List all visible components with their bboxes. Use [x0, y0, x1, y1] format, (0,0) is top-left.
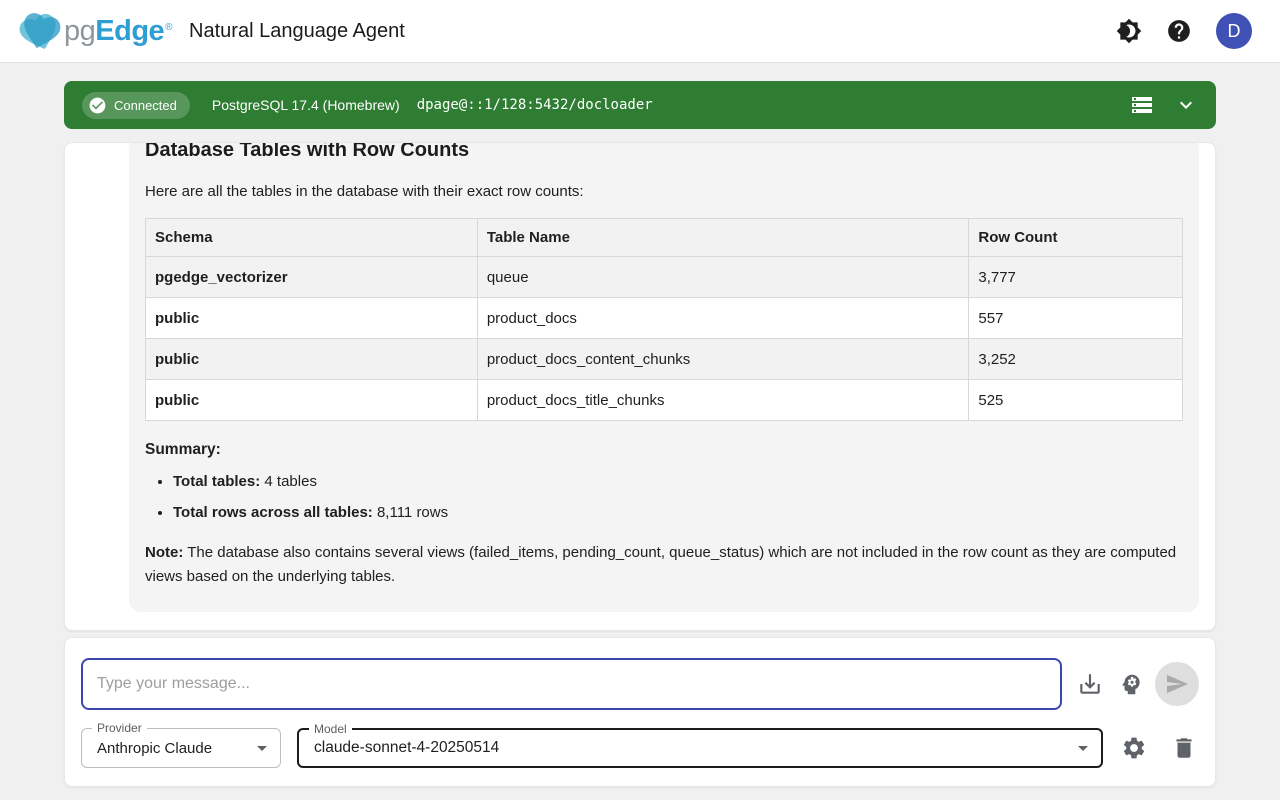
ai-reasoning-button[interactable]: [1118, 671, 1144, 697]
model-label: Model: [309, 722, 352, 736]
connection-string: dpage@::1/128:5432/docloader: [417, 97, 653, 113]
connection-status-badge: Connected: [82, 92, 190, 119]
pgedge-logo-icon: [16, 9, 62, 53]
gear-icon: [1121, 735, 1147, 761]
cell-schema: public: [146, 380, 478, 421]
download-icon: [1077, 671, 1103, 697]
cell-table-name: product_docs_content_chunks: [477, 339, 969, 380]
cell-row-count: 3,252: [969, 339, 1183, 380]
table-row: pgedge_vectorizer queue 3,777: [146, 257, 1183, 298]
list-item: Total tables: 4 tables: [173, 472, 1183, 492]
pgedge-logo: pgEdge®: [16, 9, 172, 53]
model-select[interactable]: Model claude-sonnet-4-20250514: [297, 728, 1103, 768]
message-input[interactable]: [81, 658, 1062, 710]
download-chat-button[interactable]: [1077, 671, 1103, 697]
check-circle-icon: [88, 96, 107, 115]
cell-schema: pgedge_vectorizer: [146, 257, 478, 298]
cell-table-name: product_docs: [477, 298, 969, 339]
provider-label: Provider: [92, 721, 147, 735]
connection-bar: Connected PostgreSQL 17.4 (Homebrew) dpa…: [64, 81, 1216, 129]
cell-row-count: 3,777: [969, 257, 1183, 298]
send-icon: [1165, 672, 1189, 696]
caret-down-icon: [1071, 736, 1095, 760]
clear-chat-button[interactable]: [1171, 735, 1197, 761]
cell-schema: public: [146, 339, 478, 380]
cell-row-count: 525: [969, 380, 1183, 421]
column-header-schema: Schema: [146, 219, 478, 257]
provider-value: Anthropic Claude: [97, 740, 212, 757]
column-header-table-name: Table Name: [477, 219, 969, 257]
chevron-down-icon: [1174, 93, 1198, 117]
send-button[interactable]: [1155, 662, 1199, 706]
provider-select[interactable]: Provider Anthropic Claude: [81, 728, 281, 768]
server-version-label: PostgreSQL 17.4 (Homebrew): [212, 97, 400, 113]
note-paragraph: Note: The database also contains several…: [145, 541, 1183, 589]
collapse-connection-button[interactable]: [1174, 93, 1198, 117]
cell-table-name: queue: [477, 257, 969, 298]
summary-heading: Summary:: [145, 441, 1183, 459]
trash-icon: [1171, 735, 1197, 761]
caret-down-icon: [250, 736, 274, 760]
psychology-icon: [1118, 671, 1144, 698]
connections-list-button[interactable]: [1130, 93, 1154, 117]
pgedge-logo-wordmark: pgEdge®: [64, 15, 172, 48]
app-header: pgEdge® Natural Language Agent D: [0, 0, 1280, 63]
column-header-row-count: Row Count: [969, 219, 1183, 257]
list-item: Total rows across all tables: 8,111 rows: [173, 503, 1183, 523]
page-title: Natural Language Agent: [189, 20, 405, 43]
table-row: public product_docs_content_chunks 3,252: [146, 339, 1183, 380]
table-row: public product_docs 557: [146, 298, 1183, 339]
cell-table-name: product_docs_title_chunks: [477, 380, 969, 421]
assistant-message-bubble: Database Tables with Row Counts Here are…: [129, 142, 1199, 612]
message-intro: Here are all the tables in the database …: [145, 181, 1183, 203]
cell-row-count: 557: [969, 298, 1183, 339]
row-counts-table: Schema Table Name Row Count pgedge_vecto…: [145, 218, 1183, 421]
settings-button[interactable]: [1121, 735, 1147, 761]
composer-panel: Provider Anthropic Claude Model claude-s…: [64, 637, 1216, 787]
cell-schema: public: [146, 298, 478, 339]
chat-history-panel[interactable]: Database Tables with Row Counts Here are…: [64, 142, 1216, 631]
table-row: public product_docs_title_chunks 525: [146, 380, 1183, 421]
table-header-row: Schema Table Name Row Count: [146, 219, 1183, 257]
dark-mode-icon: [1116, 18, 1142, 44]
server-stack-icon: [1130, 93, 1154, 117]
connection-status-label: Connected: [114, 99, 177, 112]
model-value: claude-sonnet-4-20250514: [314, 739, 499, 757]
user-avatar[interactable]: D: [1216, 13, 1252, 49]
theme-toggle-button[interactable]: [1116, 18, 1142, 44]
message-heading: Database Tables with Row Counts: [145, 142, 1183, 163]
help-button[interactable]: [1166, 18, 1192, 44]
help-icon: [1166, 18, 1192, 44]
summary-list: Total tables: 4 tables Total rows across…: [151, 472, 1183, 523]
